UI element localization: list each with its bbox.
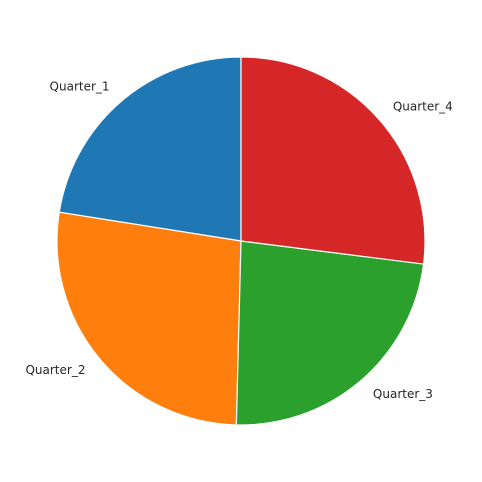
pie-label-quarter-3: Quarter_3 xyxy=(373,387,433,401)
pie-slice-quarter-2 xyxy=(56,211,242,426)
pie-label-quarter-4: Quarter_4 xyxy=(393,100,453,114)
pie-slice-quarter-4 xyxy=(240,56,426,265)
pie-chart: Quarter_1 Quarter_2 Quarter_3 Quarter_4 xyxy=(25,56,453,426)
pie-label-quarter-1: Quarter_1 xyxy=(50,80,110,94)
pie-label-quarter-2: Quarter_2 xyxy=(25,363,85,377)
